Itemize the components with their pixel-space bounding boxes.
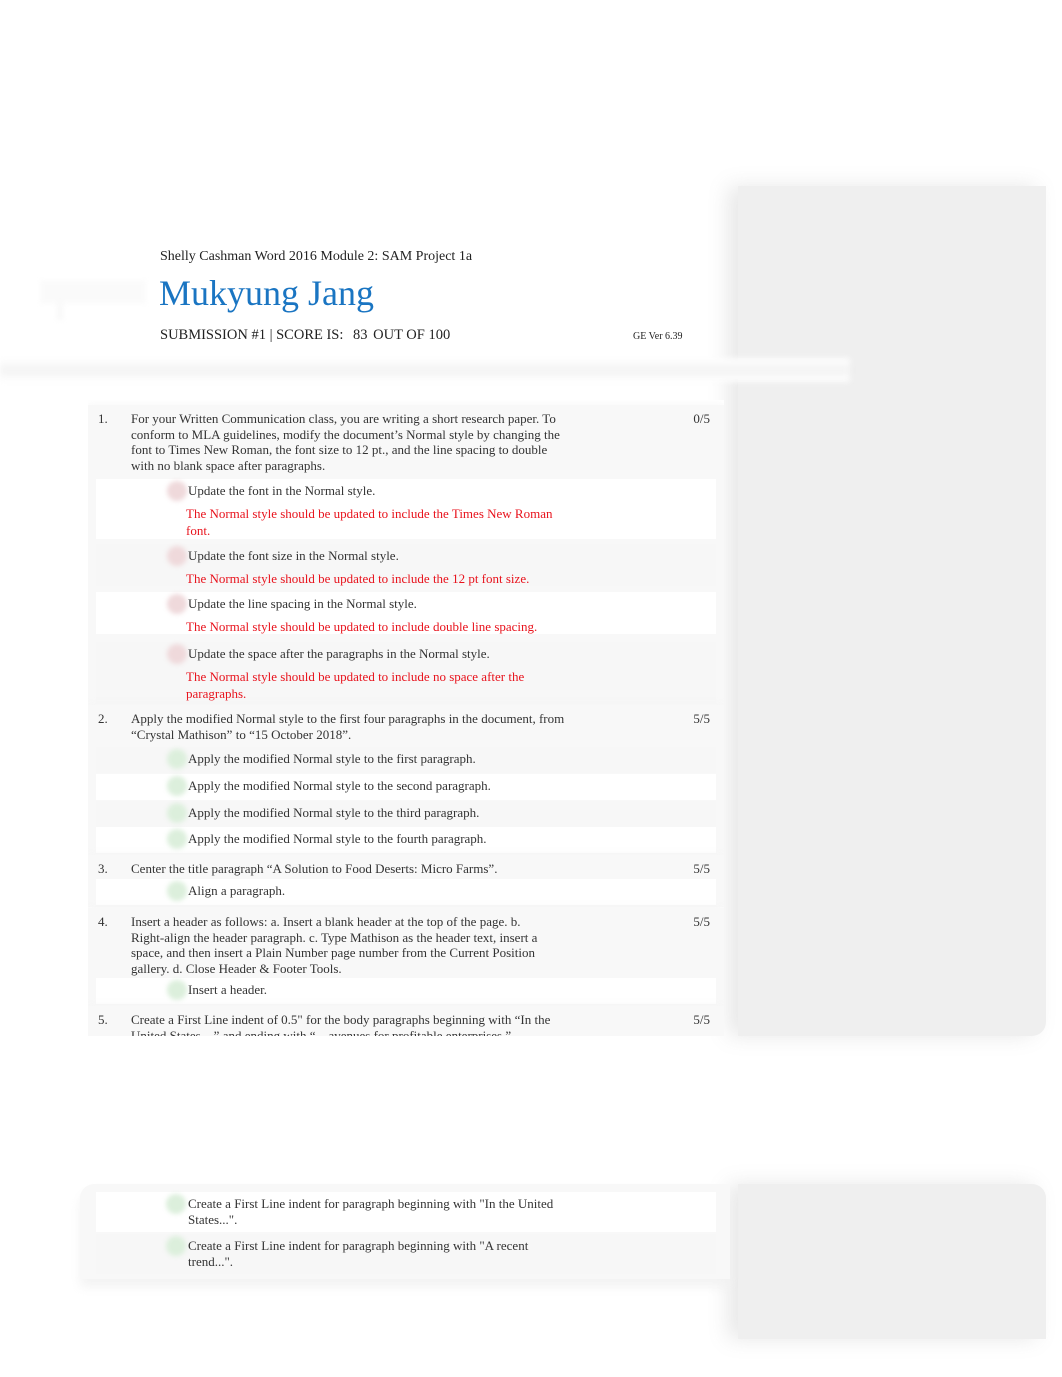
check-item: Apply the modified Normal style to the s… xyxy=(96,774,716,800)
check-text: Update the font size in the Normal style… xyxy=(188,548,399,563)
check-item: Apply the modified Normal style to the f… xyxy=(96,747,716,773)
task-score: 0/5 xyxy=(693,411,710,426)
check-item: Create a First Line indent for paragraph… xyxy=(96,1234,716,1274)
task-row: 5. Create a First Line indent of 0.5" fo… xyxy=(88,1006,724,1036)
task-row: 4. Insert a header as follows: a. Insert… xyxy=(88,908,724,1006)
check-text: Apply the modified Normal style to the s… xyxy=(188,778,491,793)
check-item: Update the space after the paragraphs in… xyxy=(96,642,716,702)
check-item: Apply the modified Normal style to the t… xyxy=(96,801,716,827)
side-panel-bottom xyxy=(738,1184,1046,1339)
x-circle-icon xyxy=(167,546,187,566)
submission-label: SUBMISSION #1 | SCORE IS: xyxy=(160,327,344,343)
task-row: 2. Apply the modified Normal style to th… xyxy=(88,705,724,855)
check-circle-icon xyxy=(166,1194,186,1214)
check-feedback: The Normal style should be updated to in… xyxy=(186,669,525,701)
side-panel-top xyxy=(738,186,1046,1036)
check-feedback: The Normal style should be updated to in… xyxy=(186,506,553,538)
task-row: 3. Center the title paragraph “A Solutio… xyxy=(88,855,724,907)
task-description: For your Written Communication class, yo… xyxy=(131,411,560,473)
task-number: 2. xyxy=(98,711,108,726)
check-text: Update the space after the paragraphs in… xyxy=(188,646,490,661)
check-item: Update the line spacing in the Normal st… xyxy=(96,592,716,634)
task-description: Insert a header as follows: a. Insert a … xyxy=(131,914,538,976)
task-number: 3. xyxy=(98,861,108,876)
check-feedback: The Normal style should be updated to in… xyxy=(186,619,538,634)
task-score: 5/5 xyxy=(693,861,710,876)
check-text: Create a First Line indent for paragraph… xyxy=(188,1196,554,1227)
version-label: GE Ver 6.39 xyxy=(633,331,683,342)
check-item: Update the font size in the Normal style… xyxy=(96,544,716,586)
check-text: Update the font in the Normal style. xyxy=(188,483,376,498)
score-value: 83 xyxy=(353,327,368,343)
check-circle-icon xyxy=(167,829,187,849)
check-item: Align a paragraph. xyxy=(96,879,716,905)
check-circle-icon xyxy=(166,1236,186,1256)
task-number: 4. xyxy=(98,914,108,929)
check-item: Insert a header. xyxy=(96,978,716,1004)
x-circle-icon xyxy=(167,481,187,501)
check-circle-icon xyxy=(167,776,187,796)
check-circle-icon xyxy=(167,803,187,823)
check-text: Align a paragraph. xyxy=(188,883,286,898)
check-text: Apply the modified Normal style to the f… xyxy=(188,751,476,766)
x-circle-icon xyxy=(167,594,187,614)
check-circle-icon xyxy=(167,749,187,769)
report-page-2: Create a First Line indent for paragraph… xyxy=(80,1184,730,1279)
check-feedback: The Normal style should be updated to in… xyxy=(186,571,530,586)
score-suffix: OUT OF 100 xyxy=(373,327,451,343)
report-page-1: 1. For your Written Communication class,… xyxy=(88,400,724,1036)
check-text: Apply the modified Normal style to the t… xyxy=(188,805,480,820)
faded-logo-icon xyxy=(40,280,146,322)
task-score: 5/5 xyxy=(693,1012,710,1027)
task-row: 1. For your Written Communication class,… xyxy=(88,405,724,705)
check-text: Apply the modified Normal style to the f… xyxy=(188,831,487,846)
project-title: Shelly Cashman Word 2016 Module 2: SAM P… xyxy=(160,249,473,264)
task-score: 5/5 xyxy=(693,711,710,726)
task-description: Center the title paragraph “A Solution t… xyxy=(131,861,498,876)
check-item: Create a First Line indent for paragraph… xyxy=(96,1192,716,1232)
header-divider xyxy=(0,358,850,382)
x-circle-icon xyxy=(167,644,187,664)
task-description: Create a First Line indent of 0.5" for t… xyxy=(131,1012,551,1036)
check-text: Create a First Line indent for paragraph… xyxy=(188,1238,529,1269)
task-description: Apply the modified Normal style to the f… xyxy=(131,711,565,742)
check-text: Insert a header. xyxy=(188,982,268,997)
task-number: 5. xyxy=(98,1012,108,1027)
check-text: Update the line spacing in the Normal st… xyxy=(188,596,417,611)
check-circle-icon xyxy=(167,980,187,1000)
check-item: Update the font in the Normal style. The… xyxy=(96,479,716,539)
task-number: 1. xyxy=(98,411,108,426)
check-item: Apply the modified Normal style to the f… xyxy=(96,827,716,853)
task-score: 5/5 xyxy=(693,914,710,929)
student-name: Mukyung Jang xyxy=(159,273,374,313)
score-summary: SUBMISSION #1 | SCORE IS: 83 OUT OF 100 xyxy=(160,327,450,344)
check-circle-icon xyxy=(167,881,187,901)
